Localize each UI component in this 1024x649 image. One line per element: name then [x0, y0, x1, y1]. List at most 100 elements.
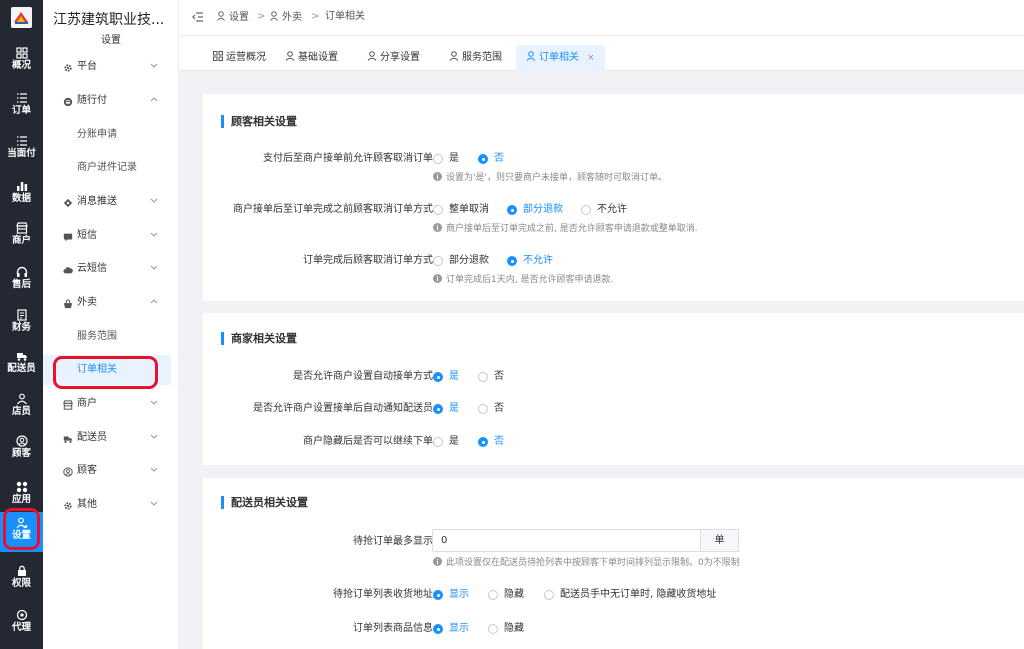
info-icon: [433, 274, 442, 283]
menu-fold-icon[interactable]: [192, 11, 204, 23]
chevron-down-icon: [150, 400, 158, 405]
rail-item[interactable]: 店员: [0, 388, 43, 428]
bar-chart-icon: [16, 182, 27, 191]
setting-label: 商户接单后至订单完成之前顾客取消订单方式: [233, 204, 433, 215]
pay-icon: [63, 97, 73, 107]
info-icon: [433, 557, 442, 566]
rail-item[interactable]: 概况: [0, 42, 43, 82]
menu-item-label: 商户进件记录: [77, 162, 137, 173]
rail-item[interactable]: 配送员: [0, 345, 43, 385]
rail-item[interactable]: 财务: [0, 304, 43, 344]
message-icon: [63, 198, 73, 208]
chevron-down-icon: [150, 265, 158, 270]
radio-circle: [478, 404, 488, 414]
overview-icon: [15, 47, 28, 59]
customer-icon: [63, 467, 73, 477]
info-icon: [433, 223, 442, 232]
courier-settings-title: 配送员相关设置: [221, 496, 308, 509]
radio-circle: [433, 404, 443, 414]
rail-item-label: 订单: [11, 105, 31, 116]
customer-settings-card: 顾客相关设置 支付后至商户接单前允许顾客取消订单 是 否 设置为'是'，则只要商…: [203, 94, 1024, 301]
menu-group[interactable]: 平台: [43, 52, 179, 82]
settings-menu-panel: 江苏建筑职业技... 设置 平台 随行付 分账申请 商户进件记录 消息推送 短信 云短信 外卖…: [43, 0, 179, 649]
rail-item[interactable]: 数据: [0, 175, 43, 215]
user-icon: [270, 11, 278, 21]
rail-item-label: 商户: [11, 235, 31, 246]
rail-item[interactable]: 商户: [0, 217, 43, 257]
info-icon: [433, 172, 442, 181]
apps-icon: [16, 481, 27, 493]
menu-group[interactable]: 随行付: [43, 86, 179, 116]
setting-label: 订单列表商品信息: [353, 623, 433, 634]
menu-group[interactable]: 云短信: [43, 254, 179, 284]
tab-close-icon[interactable]: ×: [587, 53, 595, 63]
customer-settings-title: 顾客相关设置: [221, 115, 297, 128]
menu-group[interactable]: 消息推送: [43, 187, 179, 217]
menu-item-label: 外卖: [77, 297, 97, 308]
input-unit: 单: [700, 529, 739, 552]
rail-item[interactable]: 顾客: [0, 430, 43, 470]
radio-circle: [433, 624, 443, 634]
tabs-bar: 运营概况 基础设置 分享设置 服务范围 订单相关 ×: [179, 36, 1024, 71]
radio-circle: [433, 256, 443, 266]
lock-icon: [17, 565, 26, 576]
submenu-item[interactable]: 分账申请: [43, 120, 179, 150]
chevron-down-icon: [150, 501, 158, 506]
rail-item[interactable]: 权限: [0, 560, 43, 600]
radio-circle: [433, 437, 443, 447]
rail-item-label: 财务: [11, 322, 31, 333]
menu-group[interactable]: 商户: [43, 389, 179, 419]
breadcrumb-item-takeout[interactable]: 外卖: [270, 11, 302, 24]
setting-label: 是否允许商户设置自动接单方式: [293, 371, 433, 382]
menu-group[interactable]: 外卖: [43, 288, 179, 318]
rail-item[interactable]: 售后: [0, 261, 43, 301]
menu-item-label: 分账申请: [77, 129, 117, 140]
menu-group[interactable]: 顾客: [43, 456, 179, 486]
breadcrumb-item-settings[interactable]: 设置: [217, 11, 249, 24]
setting-label: 是否允许商户设置接单后自动通知配送员: [253, 403, 433, 414]
menu-item-label: 云短信: [77, 263, 107, 274]
radio-circle: [488, 624, 498, 634]
tab-order-related[interactable]: 订单相关 ×: [516, 45, 605, 71]
setting-label: 支付后至商户接单前允许顾客取消订单: [263, 153, 433, 164]
tab-share-settings[interactable]: 分享设置: [367, 45, 420, 71]
chevron-down-icon: [150, 434, 158, 439]
submenu-item[interactable]: 商户进件记录: [43, 153, 179, 183]
rail-item[interactable]: 代理: [0, 604, 43, 644]
shop-icon: [15, 222, 28, 234]
menu-item-label: 服务范围: [77, 331, 117, 342]
user-icon: [367, 51, 377, 61]
menu-group[interactable]: 配送员: [43, 423, 179, 453]
setting-label: 订单完成后顾客取消订单方式: [303, 255, 433, 266]
customer-icon: [15, 435, 28, 447]
radio-circle: [581, 205, 591, 215]
user-icon: [217, 11, 225, 21]
tab-basic-settings[interactable]: 基础设置: [285, 45, 338, 71]
tab-overview[interactable]: 运营概况: [213, 45, 266, 71]
rail-item[interactable]: 订单: [0, 87, 43, 127]
shop-icon: [63, 400, 73, 410]
sms-icon: [63, 233, 73, 242]
setting-hint: 订单完成后1天内, 是否允许顾客申请退款.: [433, 274, 613, 286]
breadcrumb-item-order-related: 订单相关: [325, 11, 365, 22]
radio-circle: [507, 205, 517, 215]
menu-group[interactable]: 短信: [43, 221, 179, 251]
radio-circle: [478, 372, 488, 382]
chevron-down-icon: [150, 232, 158, 237]
max-pending-orders-input[interactable]: 0: [432, 529, 701, 552]
tab-service-area[interactable]: 服务范围: [449, 45, 502, 71]
icon-rail: 概况 订单 当面付 数据 商户 售后 财务 配送员 店员 顾客 应用 设置 权限 代理: [0, 0, 43, 649]
courier-settings-card: 配送员相关设置 待抢订单最多显示 0 单 此项设置仅在配送员待抢列表中按顾客下单…: [203, 478, 1024, 649]
radio-circle: [433, 205, 443, 215]
highlight-ring-order-related: [53, 356, 158, 389]
rail-item-label: 当面付: [7, 148, 36, 159]
rail-item[interactable]: 当面付: [0, 130, 43, 170]
truck-icon: [63, 436, 73, 443]
submenu-item[interactable]: 服务范围: [43, 322, 179, 352]
menu-group[interactable]: 其他: [43, 490, 179, 520]
menu-item-label: 其他: [77, 499, 97, 510]
main-content: 顾客相关设置 支付后至商户接单前允许顾客取消订单 是 否 设置为'是'，则只要商…: [179, 71, 1024, 649]
panel-subtitle: 设置: [101, 35, 121, 46]
menu-item-label: 平台: [77, 61, 97, 72]
takeout-icon: [63, 299, 73, 309]
